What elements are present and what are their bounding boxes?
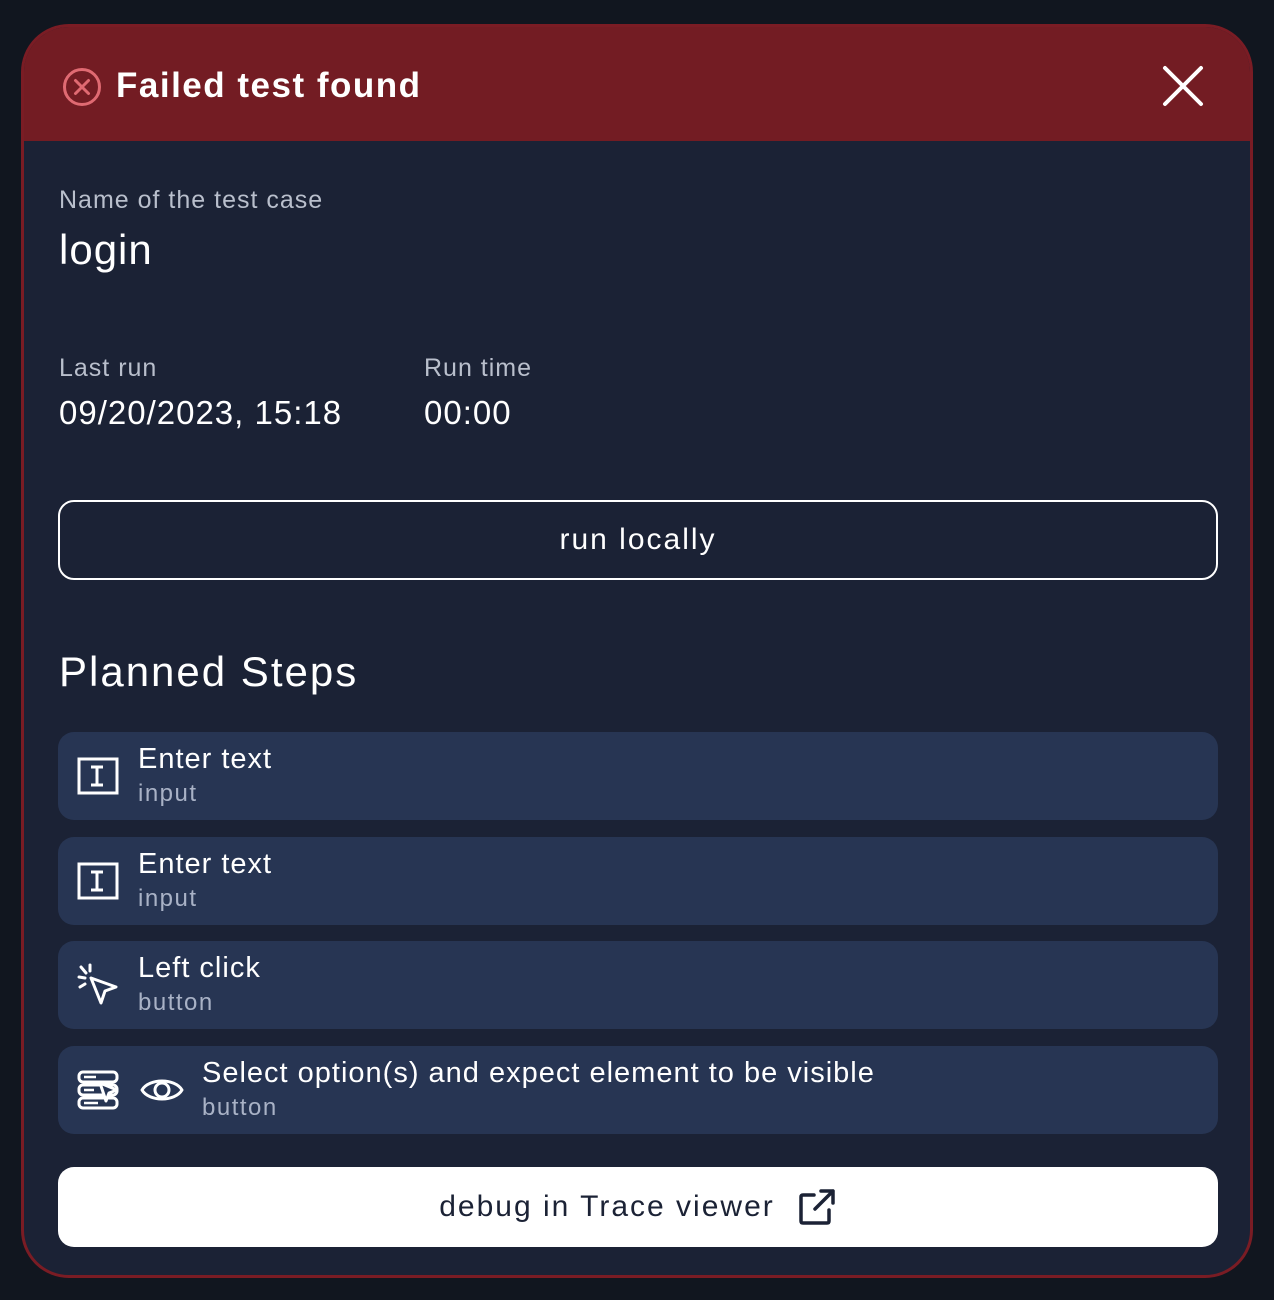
dialog-title: Failed test found (116, 66, 422, 105)
step-title: Enter text (138, 743, 273, 775)
step-item[interactable]: Enter text input (58, 732, 1218, 820)
step-item[interactable]: Enter text input (58, 837, 1218, 925)
eye-icon (140, 1079, 184, 1101)
last-run-label: Last run (59, 354, 158, 382)
step-title: Select option(s) and expect element to b… (202, 1057, 875, 1089)
step-subtitle: input (138, 885, 198, 912)
step-subtitle: button (202, 1094, 278, 1121)
run-locally-button[interactable]: run locally (58, 500, 1218, 580)
step-title: Left click (138, 952, 261, 984)
click-cursor-icon (77, 963, 118, 1005)
test-case-name: login (59, 226, 153, 273)
dialog-header: Failed test found (24, 27, 1250, 141)
run-locally-label: run locally (559, 523, 717, 556)
last-run-value: 09/20/2023, 15:18 (59, 394, 343, 431)
run-time-value: 00:00 (424, 394, 512, 431)
close-icon[interactable] (1160, 63, 1206, 109)
test-case-name-label: Name of the test case (59, 186, 324, 214)
debug-trace-viewer-button[interactable]: debug in Trace viewer (58, 1167, 1218, 1247)
select-option-icon (77, 1070, 119, 1110)
step-title: Enter text (138, 848, 273, 880)
failed-test-dialog: Failed test found Name of the test case … (21, 24, 1253, 1278)
circle-x-icon (63, 68, 101, 106)
step-subtitle: input (138, 780, 198, 807)
step-item[interactable]: Left click button (58, 941, 1218, 1029)
text-input-icon (77, 757, 119, 795)
external-link-icon (799, 1189, 835, 1225)
debug-trace-viewer-label: debug in Trace viewer (439, 1190, 775, 1223)
text-input-icon (77, 862, 119, 900)
step-subtitle: button (138, 989, 214, 1016)
run-time-label: Run time (424, 354, 533, 382)
planned-steps-title: Planned Steps (59, 648, 359, 695)
step-item[interactable]: Select option(s) and expect element to b… (58, 1046, 1218, 1134)
